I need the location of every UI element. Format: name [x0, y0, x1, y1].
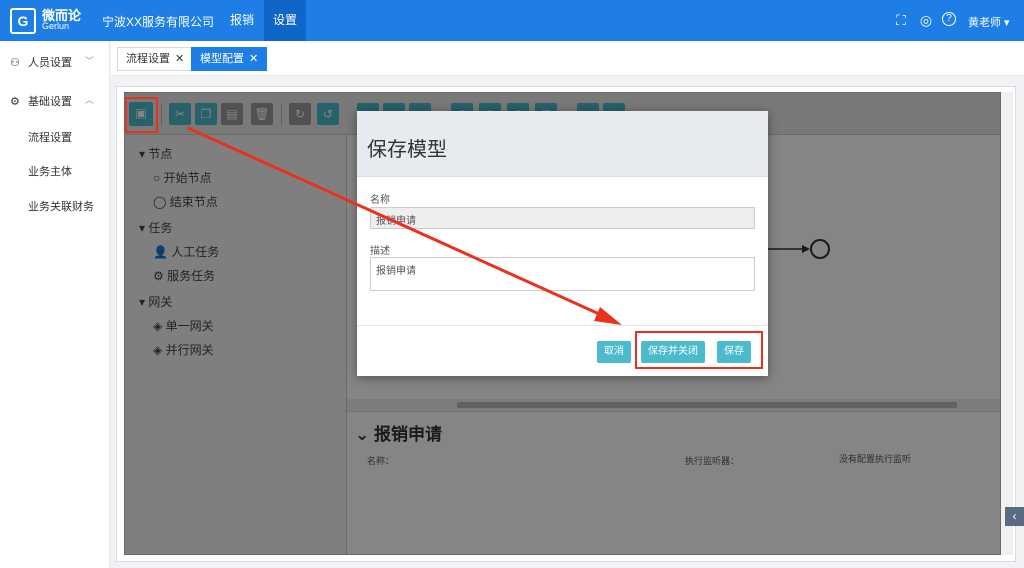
- person-icon: ⚇: [10, 57, 20, 69]
- logo-name: 微而论: [42, 8, 82, 23]
- tab-model-config[interactable]: 模型配置 ✕: [191, 47, 268, 71]
- user-menu[interactable]: 黄老师 ▾: [968, 14, 1010, 30]
- sidebar-group-label: 基础设置: [28, 96, 72, 108]
- tab-process-settings[interactable]: 流程设置 ✕: [117, 47, 194, 71]
- highlight-save-buttons: [635, 331, 763, 369]
- fullscreen-icon[interactable]: ⛶: [893, 12, 909, 28]
- headset-icon[interactable]: ◎: [918, 12, 934, 28]
- cancel-button[interactable]: 取消: [597, 341, 631, 363]
- sidebar-group-personnel[interactable]: ⚇ 人员设置 ﹀: [10, 54, 100, 70]
- logo-icon: G: [10, 8, 36, 34]
- sidebar-item-process[interactable]: 流程设置: [28, 129, 72, 145]
- company-name: 宁波XX服务有限公司: [102, 15, 215, 29]
- highlight-save-icon: [125, 97, 158, 133]
- name-label: 名称: [370, 195, 390, 206]
- nav-settings[interactable]: 设置: [264, 0, 306, 41]
- dialog-title: 保存模型: [367, 139, 447, 161]
- dialog-header: 保存模型: [357, 111, 768, 177]
- sidebar-item-business-finance[interactable]: 业务关联财务: [28, 198, 94, 214]
- sidebar-group-label: 人员设置: [28, 57, 72, 69]
- sidebar-group-basic[interactable]: ⚙ 基础设置 ︿: [10, 93, 100, 109]
- top-bar: G 微而论 Gerlun 宁波XX服务有限公司 报销 设置 ⛶ ◎ ? 黄老师 …: [0, 0, 1024, 41]
- nav-reimburse[interactable]: 报销: [222, 0, 262, 41]
- logo[interactable]: G 微而论 Gerlun: [10, 8, 81, 34]
- chevron-down-icon: ﹀: [84, 56, 94, 66]
- description-field[interactable]: 报销申请: [370, 257, 755, 291]
- description-label: 描述: [370, 246, 390, 257]
- close-icon[interactable]: ✕: [249, 53, 258, 65]
- sidebar: ⚇ 人员设置 ﹀ ⚙ 基础设置 ︿ 流程设置 业务主体 业务关联财务: [0, 41, 110, 568]
- help-icon[interactable]: ?: [942, 12, 956, 26]
- tab-label: 模型配置: [200, 53, 244, 65]
- sidebar-item-business-entity[interactable]: 业务主体: [28, 163, 72, 179]
- gear-icon: ⚙: [10, 96, 20, 108]
- vertical-scrollbar[interactable]: [1001, 92, 1013, 555]
- name-field[interactable]: 报销申请: [370, 207, 755, 229]
- chevron-up-icon: ︿: [84, 95, 94, 105]
- close-icon[interactable]: ✕: [175, 53, 184, 65]
- dialog-footer-divider: [357, 325, 768, 326]
- tab-label: 流程设置: [126, 53, 170, 65]
- collapse-panel-button[interactable]: ‹: [1005, 507, 1024, 526]
- tab-bar: 流程设置 ✕ 模型配置 ✕: [111, 41, 1024, 76]
